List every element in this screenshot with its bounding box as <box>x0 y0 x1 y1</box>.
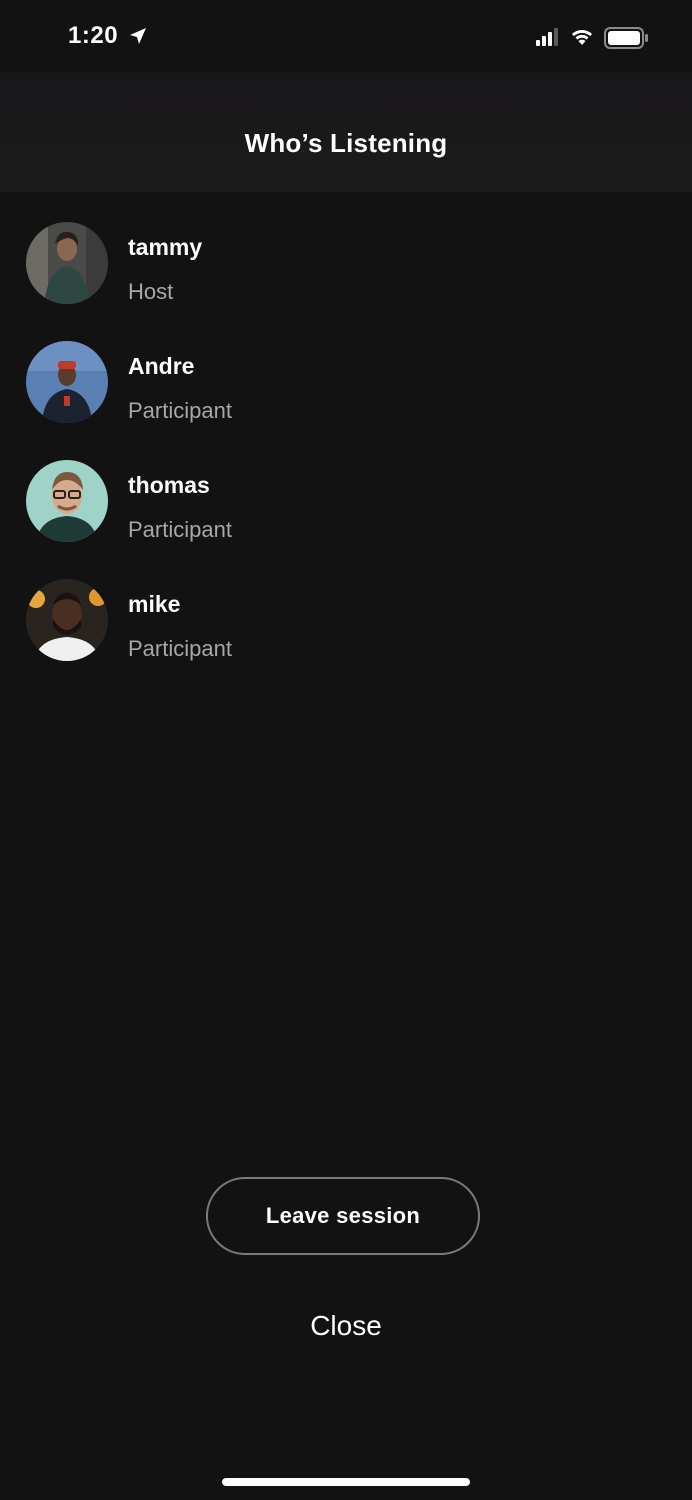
status-bar: 1:20 <box>0 0 692 72</box>
tammy-avatar <box>26 222 108 304</box>
listener-row[interactable]: tammy Host <box>0 220 692 339</box>
status-time: 1:20 <box>68 22 119 49</box>
listener-name: mike <box>128 591 181 617</box>
page-title: Who’s Listening <box>244 128 448 158</box>
close-button[interactable]: Close <box>0 1310 692 1342</box>
listener-row[interactable]: thomas Participant <box>0 458 692 577</box>
thomas-avatar <box>26 460 108 542</box>
listener-name: thomas <box>128 472 210 498</box>
leave-session-button[interactable]: Leave session <box>206 1177 480 1255</box>
listener-name: tammy <box>128 234 203 260</box>
listener-role: Participant <box>128 636 232 661</box>
home-indicator <box>222 1478 470 1486</box>
listener-list: tammy Host Andre Participant thomas Part… <box>0 220 692 696</box>
battery-icon <box>604 27 648 49</box>
listener-name: Andre <box>128 353 195 379</box>
listener-role: Host <box>128 279 174 304</box>
listener-row[interactable]: mike Participant <box>0 577 692 696</box>
header: Who’s Listening <box>0 72 692 192</box>
listener-role: Participant <box>128 517 232 542</box>
location-arrow-icon <box>128 26 148 46</box>
andre-avatar <box>26 341 108 423</box>
mike-avatar <box>26 579 108 661</box>
cellular-signal-icon <box>536 28 560 46</box>
listener-role: Participant <box>128 398 232 423</box>
listener-row[interactable]: Andre Participant <box>0 339 692 458</box>
wifi-icon <box>570 26 594 46</box>
